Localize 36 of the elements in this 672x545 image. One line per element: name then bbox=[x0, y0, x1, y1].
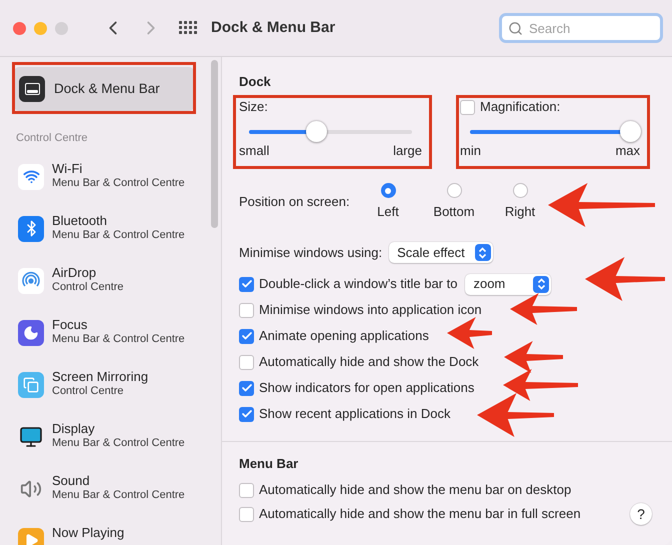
slider-label: Size: bbox=[239, 99, 269, 115]
checkbox-label: Show indicators for open applications bbox=[259, 380, 474, 396]
checkbox-label: Automatically hide and show the Dock bbox=[259, 354, 479, 370]
radio-option[interactable]: Bottom bbox=[430, 183, 478, 220]
section-heading: Control Centre bbox=[16, 131, 89, 146]
checkbox-label: Automatically hide and show the menu bar on desktop bbox=[259, 482, 572, 498]
search-field[interactable]: Search bbox=[499, 13, 663, 43]
field-label: Minimise windows using: bbox=[239, 244, 382, 260]
checkbox-label: Double-click a window’s title bar to bbox=[259, 276, 458, 292]
sidebar-item[interactable]: AirDrop Control Centre bbox=[0, 258, 208, 310]
slider-min-label: min bbox=[460, 143, 481, 159]
sidebar-item[interactable]: Screen Mirroring Control Centre bbox=[0, 362, 208, 414]
dropdown[interactable]: zoom bbox=[465, 274, 552, 294]
radio-option[interactable]: Left bbox=[364, 183, 412, 220]
slider-max-label: max bbox=[615, 143, 640, 159]
sidebar-item[interactable]: Now Playing bbox=[0, 518, 208, 545]
checkbox-label: Animate opening applications bbox=[259, 328, 429, 344]
checkbox-label: Show recent applications in Dock bbox=[259, 406, 450, 422]
slider-max-label: large bbox=[393, 143, 422, 159]
sidebar-item[interactable]: Focus Menu Bar & Control Centre bbox=[0, 310, 208, 362]
checkbox-label: Minimise windows into application icon bbox=[259, 302, 482, 318]
sidebar-item[interactable]: Bluetooth Menu Bar & Control Centre bbox=[0, 206, 208, 258]
checkbox-label: Automatically hide and show the menu bar in full screen bbox=[259, 506, 581, 522]
help-button[interactable]: ? bbox=[630, 503, 652, 525]
section-heading: Dock bbox=[239, 74, 272, 90]
section-heading: Menu Bar bbox=[239, 456, 300, 472]
sidebar-item[interactable]: Wi-Fi Menu Bar & Control Centre bbox=[0, 154, 208, 206]
checkbox-label: Magnification: bbox=[480, 99, 560, 115]
sidebar-item[interactable]: Display Menu Bar & Control Centre bbox=[0, 414, 208, 466]
sidebar-item[interactable]: Sound Menu Bar & Control Centre bbox=[0, 466, 208, 518]
field-label: Position on screen: bbox=[239, 194, 351, 210]
window-title: Dock & Menu Bar bbox=[211, 18, 336, 38]
slider-min-label: small bbox=[239, 143, 270, 159]
radio-option[interactable]: Right bbox=[496, 183, 544, 220]
dropdown[interactable]: Scale effect bbox=[389, 242, 493, 263]
sidebar-item[interactable]: Dock & Menu Bar bbox=[14, 67, 194, 111]
